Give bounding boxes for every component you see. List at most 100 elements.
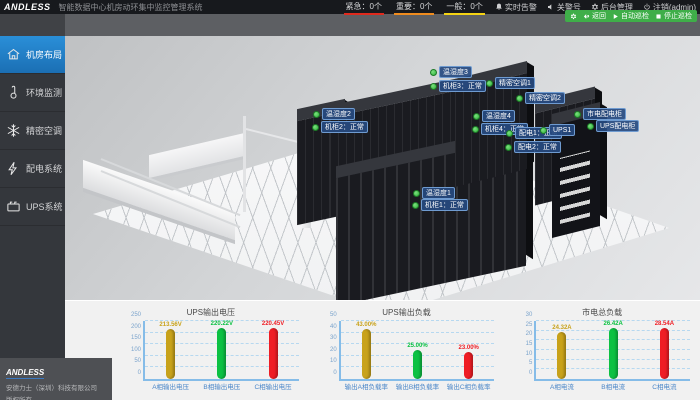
y-tick-label: 40 [315, 324, 337, 330]
sidebar-item-precision-ac[interactable]: 精密空调 [0, 112, 65, 150]
patrol-settings-button[interactable] [570, 13, 577, 20]
scene-label[interactable]: 精密空调1 [486, 77, 535, 89]
bar-group: 213.56V [151, 321, 191, 379]
bar-value-label: 25.00% [407, 343, 427, 349]
footer-copyright: 版权所有 [6, 394, 106, 400]
bar[interactable] [362, 329, 371, 379]
back-button[interactable]: 返回 [583, 11, 606, 21]
sidebar-item-env-monitor[interactable]: 环境监测 [0, 74, 65, 112]
scene-label-text: 温湿度3 [439, 66, 472, 78]
scene-label[interactable]: 温湿度1 [413, 187, 455, 199]
bar[interactable] [269, 328, 278, 379]
bar-group: 24.32A [542, 321, 582, 379]
bar-value-label: 220.22V [211, 321, 233, 327]
chart-title: UPS输出电压 [113, 307, 309, 321]
status-dot-icon [587, 123, 594, 130]
alarm-count-critical[interactable]: 紧急：0个 [344, 0, 384, 15]
scene-label[interactable]: 市电配电柜 [574, 108, 626, 120]
bar[interactable] [557, 332, 566, 379]
status-dot-icon [430, 69, 437, 76]
bar[interactable] [413, 350, 422, 379]
charts-strip: UPS输出电压 050100150200250213.56VA相输出电压220.… [65, 300, 700, 400]
scene-label-text: 精密空调2 [525, 92, 565, 104]
bar-value-label: 28.54A [655, 321, 674, 327]
alarm-critical-underline [344, 13, 384, 15]
brand-logo: ANDLESS [4, 2, 51, 12]
y-tick-label: 25 [510, 322, 532, 328]
scene-label-text: 机柜1：正常 [421, 199, 468, 211]
sidebar-item-ups-system[interactable]: UPS系统 [0, 188, 65, 226]
chart-ups-output-voltage: UPS输出电压 050100150200250213.56VA相输出电压220.… [113, 301, 309, 400]
scene-label[interactable]: UPS配电柜 [587, 120, 639, 132]
sidebar-item-room-layout[interactable]: 机房布局 [0, 36, 65, 74]
y-tick-label: 50 [315, 312, 337, 318]
sidebar-label-env-monitor: 环境监测 [26, 86, 62, 99]
back-label: 返回 [592, 11, 606, 21]
status-dot-icon [574, 111, 581, 118]
bar[interactable] [609, 328, 618, 379]
gear-icon [570, 13, 577, 20]
status-dot-icon [413, 190, 420, 197]
bar-group: 220.45V [253, 321, 293, 379]
status-dot-icon [516, 95, 523, 102]
realtime-alarm-label: 实时告警 [505, 2, 537, 13]
bar[interactable] [660, 328, 669, 379]
y-tick-label: 0 [510, 370, 532, 376]
scene-label[interactable]: 机柜1：正常 [412, 199, 468, 211]
scene-label[interactable]: 温湿度4 [473, 110, 515, 122]
scene-label[interactable]: 温湿度3 [430, 66, 472, 78]
alarm-minor-label: 一般：0个 [446, 2, 482, 11]
scene-label[interactable]: UPS1 [540, 124, 575, 136]
bar-group: 26.42A [593, 321, 633, 379]
sidebar: 机房布局 环境监测 精密空调 配电系统 UPS系统 [0, 36, 65, 400]
scene-label-text: 温湿度2 [322, 108, 355, 120]
x-category-label: C相输出电压 [243, 381, 303, 391]
realtime-alarm-menu[interactable]: 实时告警 [495, 2, 537, 13]
speaker-icon [547, 3, 555, 11]
stop-patrol-label: 停止巡检 [664, 11, 692, 21]
bar[interactable] [217, 328, 226, 379]
auto-patrol-button[interactable]: 自动巡检 [612, 11, 649, 21]
scene-label-text: 温湿度4 [482, 110, 515, 122]
scene-label[interactable]: 机柜3：正常 [430, 80, 486, 92]
chart-title: UPS输出负载 [309, 307, 505, 321]
y-tick-label: 50 [119, 358, 141, 364]
stop-icon [655, 13, 662, 20]
y-tick-label: 150 [119, 335, 141, 341]
alarm-count-major[interactable]: 重要：0个 [394, 0, 434, 15]
alarm-major-underline [394, 13, 434, 15]
y-tick-label: 250 [119, 312, 141, 318]
sidebar-item-power-system[interactable]: 配电系统 [0, 150, 65, 188]
chart-plot-area: 0102030405043.00%输出A相负载率25.00%输出B相负载率23.… [339, 321, 495, 381]
y-tick-label: 30 [510, 312, 532, 318]
y-tick-label: 15 [510, 341, 532, 347]
stop-patrol-button[interactable]: 停止巡检 [655, 11, 692, 21]
fence-post [243, 116, 246, 212]
bar-group: 23.00% [449, 321, 489, 379]
y-tick-label: 0 [119, 370, 141, 376]
scene-label[interactable]: 机柜2：正常 [312, 121, 368, 133]
alarm-critical-label: 紧急：0个 [346, 2, 382, 11]
scene-label[interactable]: 温湿度2 [313, 108, 355, 120]
thermometer-icon [0, 85, 26, 100]
chart-plot-area: 050100150200250213.56VA相输出电压220.22VB相输出电… [143, 321, 299, 381]
bar-value-label: 213.56V [159, 322, 181, 328]
scene-label-text: 市电配电柜 [583, 108, 626, 120]
scene-label[interactable]: 配电2：正常 [505, 141, 561, 153]
bar-value-label: 26.42A [603, 321, 622, 327]
y-tick-label: 20 [315, 347, 337, 353]
y-tick-label: 200 [119, 324, 141, 330]
y-tick-label: 5 [510, 360, 532, 366]
bar[interactable] [166, 329, 175, 379]
y-tick-label: 0 [315, 370, 337, 376]
back-arrow-icon [583, 13, 590, 20]
bar[interactable] [464, 352, 473, 379]
y-tick-label: 10 [315, 358, 337, 364]
sidebar-label-ups-system: UPS系统 [26, 200, 63, 213]
alarm-minor-underline [444, 13, 484, 15]
scene-label[interactable]: 精密空调2 [516, 92, 565, 104]
battery-icon [0, 199, 26, 214]
sidebar-label-power-system: 配电系统 [26, 162, 62, 175]
bar-group: 220.22V [202, 321, 242, 379]
alarm-count-minor[interactable]: 一般：0个 [444, 0, 484, 15]
